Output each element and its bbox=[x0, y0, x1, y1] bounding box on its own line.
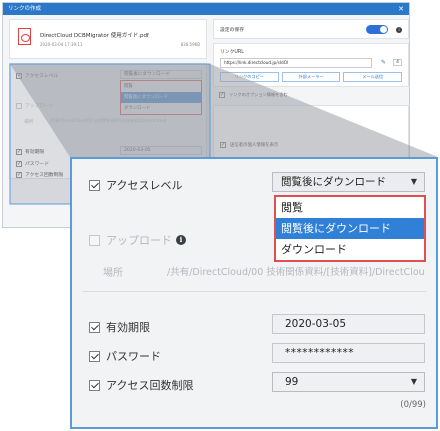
mini-password-label: パスワード bbox=[25, 162, 49, 167]
access-count-chevron-icon: ▼ bbox=[410, 377, 417, 386]
save-settings-toggle[interactable] bbox=[366, 25, 388, 34]
send-mail-button[interactable]: メール送信 bbox=[343, 72, 403, 82]
access-count-row[interactable]: アクセス回数制限 bbox=[89, 377, 193, 393]
link-url-card: リンクURL https://link.directcloud.jp/sIdOl… bbox=[213, 43, 409, 87]
mini-expiry-field[interactable]: 2020-03-05 bbox=[120, 146, 202, 155]
upload-label: アップロード bbox=[106, 234, 172, 247]
expiry-checkbox[interactable] bbox=[89, 321, 100, 333]
password-row[interactable]: パスワード bbox=[89, 348, 161, 364]
close-icon[interactable]: ✕ bbox=[398, 3, 404, 15]
mini-password-row[interactable]: ✓ パスワード bbox=[16, 160, 49, 167]
expiry-label: 有効期限 bbox=[106, 321, 150, 334]
mini-menu-option-download[interactable]: ダウンロード bbox=[121, 103, 201, 114]
access-level-dropdown-menu: 閲覧 閲覧後にダウンロード ダウンロード bbox=[274, 195, 426, 262]
include-options-label: リンクのオプション情報を含む bbox=[229, 92, 288, 97]
link-url-label: リンクURL bbox=[220, 50, 244, 55]
upload-row[interactable]: アップロード i bbox=[89, 232, 186, 248]
mini-access-level-row[interactable]: ✓ アクセスレベル bbox=[16, 72, 58, 79]
access-count-value: 99 bbox=[285, 376, 299, 388]
save-settings-info-icon[interactable]: i bbox=[396, 27, 402, 33]
mini-upload-checkbox[interactable] bbox=[16, 102, 22, 109]
location-label: 場所 bbox=[103, 268, 123, 279]
expiry-row[interactable]: 有効期限 bbox=[89, 319, 150, 335]
mini-access-level-label: アクセスレベル bbox=[25, 74, 59, 79]
screenshot-stage: リンクの作成 ✕ DirectCloud DCBMigrator 使用ガイド.p… bbox=[0, 0, 440, 431]
mini-location-label: 場所 bbox=[24, 120, 34, 125]
mini-expiry-label: 有効期限 bbox=[25, 150, 45, 155]
save-settings-label: 設定の保存 bbox=[220, 28, 244, 33]
edit-link-icon[interactable]: ✎ bbox=[381, 59, 386, 66]
access-level-row[interactable]: アクセスレベル bbox=[89, 177, 182, 193]
mini-upload-label: アップロード bbox=[25, 104, 54, 109]
expiry-date-field[interactable]: 2020-03-05 bbox=[272, 314, 425, 334]
mini-access-level-select[interactable]: 閲覧後にダウンロード bbox=[120, 70, 202, 79]
mini-access-level-menu: 閲覧 閲覧後にダウンロード ダウンロード bbox=[120, 80, 202, 115]
access-count-select[interactable]: 99 ▼ bbox=[272, 372, 425, 392]
location-value: /共有/DirectCloud/00 技術関係資料/[技術資料]/DirectC… bbox=[167, 267, 425, 278]
link-url-field[interactable]: https://link.directcloud.jp/sIdOl bbox=[220, 58, 372, 68]
section-divider bbox=[82, 291, 426, 292]
show-sender-label: 送信者の個人情報を表示 bbox=[230, 143, 279, 148]
upload-info-icon[interactable]: i bbox=[176, 235, 186, 245]
mini-access-count-label: アクセス回数制限 bbox=[25, 173, 64, 178]
link-action-buttons: リンクのコピー 外部メーラー メール送信 bbox=[220, 72, 403, 82]
mini-access-count-checkbox[interactable]: ✓ bbox=[16, 171, 22, 178]
access-level-select[interactable]: 閲覧後にダウンロード ▼ bbox=[272, 172, 425, 192]
mini-upload-row[interactable]: アップロード bbox=[16, 102, 54, 109]
include-options-checkbox[interactable]: ✓ bbox=[219, 92, 225, 98]
chevron-down-icon: ▼ bbox=[410, 177, 417, 186]
copy-link-button[interactable]: リンクのコピー bbox=[220, 72, 279, 82]
include-options-row[interactable]: ✓ リンクのオプション情報を含む bbox=[213, 89, 409, 101]
mini-access-level-checkbox[interactable]: ✓ bbox=[16, 72, 22, 79]
link-count-badge: 4 bbox=[393, 59, 402, 66]
access-count-counter: (0/99) bbox=[400, 400, 426, 410]
mini-location-value: /共有/DirectCloud/00 技術関係資料/[技術資料]/DirectC… bbox=[50, 118, 167, 123]
mini-expiry-checkbox[interactable]: ✓ bbox=[16, 148, 22, 155]
menu-option-view[interactable]: 閲覧 bbox=[276, 197, 424, 218]
access-level-value: 閲覧後にダウンロード bbox=[281, 176, 386, 188]
dialog-title: リンクの作成 bbox=[3, 3, 409, 15]
password-field[interactable]: ************ bbox=[272, 343, 425, 363]
show-sender-checkbox[interactable]: ✓ bbox=[220, 142, 226, 148]
file-date: 2020-03-04 17:39:11 bbox=[40, 42, 83, 47]
access-level-checkbox[interactable] bbox=[89, 179, 100, 191]
access-count-checkbox[interactable] bbox=[89, 379, 100, 391]
save-settings-card: 設定の保存 i bbox=[213, 19, 409, 39]
menu-option-download[interactable]: ダウンロード bbox=[276, 239, 424, 260]
password-checkbox[interactable] bbox=[89, 350, 100, 362]
mini-password-checkbox[interactable]: ✓ bbox=[16, 160, 22, 167]
file-info-card: DirectCloud DCBMigrator 使用ガイド.pdf 2020-0… bbox=[9, 19, 207, 59]
external-mailer-button[interactable]: 外部メーラー bbox=[281, 72, 341, 82]
mini-menu-option-view[interactable]: 閲覧 bbox=[121, 81, 201, 92]
pdf-file-icon bbox=[18, 28, 31, 45]
password-label: パスワード bbox=[106, 350, 161, 363]
upload-checkbox[interactable] bbox=[89, 234, 100, 246]
access-count-label: アクセス回数制限 bbox=[106, 379, 194, 392]
mini-access-count-row[interactable]: ✓ アクセス回数制限 bbox=[16, 171, 63, 178]
mini-expiry-row[interactable]: ✓ 有効期限 bbox=[16, 148, 44, 155]
access-level-label: アクセスレベル bbox=[106, 179, 183, 192]
file-size: 836.59KB bbox=[180, 42, 200, 47]
mini-menu-option-view-then-download[interactable]: 閲覧後にダウンロード bbox=[121, 92, 201, 103]
file-name: DirectCloud DCBMigrator 使用ガイド.pdf bbox=[40, 33, 149, 39]
menu-option-view-then-download[interactable]: 閲覧後にダウンロード bbox=[276, 218, 424, 239]
zoomed-options-panel: アクセスレベル 閲覧後にダウンロード ▼ 閲覧 閲覧後にダウンロード ダウンロー… bbox=[70, 157, 438, 429]
